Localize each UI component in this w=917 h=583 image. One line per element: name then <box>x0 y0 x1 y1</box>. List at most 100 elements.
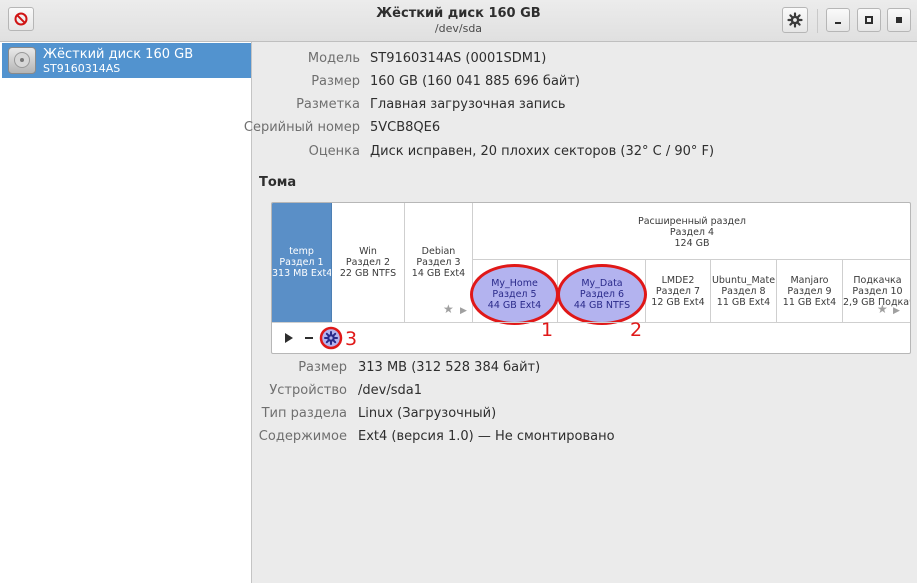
partition-info-value: Linux (Загрузочный) <box>358 406 497 421</box>
drive-info-label: Оценка <box>308 144 360 159</box>
partition-10[interactable]: Подкачка Раздел 10 2,9 GB Подкачка ★ ▶ <box>843 260 910 322</box>
header-bar: Жёсткий диск 160 GB /dev/sda <box>0 0 917 42</box>
gear-icon <box>787 12 803 28</box>
partition-8[interactable]: Ubuntu_Mate Раздел 8 11 GB Ext4 <box>711 260 777 322</box>
extended-partition[interactable]: Расширенный раздел Раздел 4 124 GB <box>472 203 910 260</box>
partition-info: 22 GB NTFS <box>339 268 397 279</box>
delete-partition-button[interactable] <box>302 330 316 346</box>
volumes-graph: temp Раздел 1 313 MB Ext4 Win Раздел 2 2… <box>271 202 911 354</box>
partition-number: Раздел 5 <box>492 289 537 300</box>
partition-info-label: Устройство <box>269 383 347 398</box>
partition-name: temp <box>289 246 314 257</box>
partition-name: My_Data <box>581 278 623 289</box>
sidebar-item-title: Жёсткий диск 160 GB <box>43 47 194 62</box>
partition-1[interactable]: temp Раздел 1 313 MB Ext4 <box>272 203 332 322</box>
partition-number: Раздел 9 <box>787 286 832 297</box>
drive-info-value: Главная загрузочная запись <box>370 97 566 112</box>
annotation-label-1: 1 <box>541 319 554 341</box>
window-title: Жёсткий диск 160 GB <box>376 6 541 21</box>
partition-info-type: Тип раздела Linux (Загрузочный) <box>253 404 917 424</box>
drive-info-partitioning: Разметка Главная загрузочная запись <box>253 95 917 115</box>
partition-info: 11 GB Ext4 <box>716 297 771 308</box>
sidebar-item-disk[interactable]: Жёсткий диск 160 GB ST9160314AS <box>2 43 251 78</box>
annotation-ellipse-partition-5[interactable]: My_Home Раздел 5 44 GB Ext4 <box>470 264 559 325</box>
close-button[interactable] <box>887 8 911 32</box>
partition-name: LMDE2 <box>661 275 695 286</box>
drive-info-model: Модель ST9160314AS (0001SDM1) <box>253 49 917 69</box>
extended-partition-number: Раздел 4 <box>669 227 715 238</box>
drive-info-label: Разметка <box>296 97 360 112</box>
maximize-button[interactable] <box>857 8 881 32</box>
partition-info-contents: Содержимое Ext4 (версия 1.0) — Не смонти… <box>253 427 917 447</box>
partition-info-value: Ext4 (версия 1.0) — Не смонтировано <box>358 429 615 444</box>
play-button[interactable] <box>282 330 296 346</box>
main-panel: Модель ST9160314AS (0001SDM1) Размер 160… <box>244 42 917 583</box>
partition-info: 14 GB Ext4 <box>411 268 466 279</box>
gear-icon <box>319 326 343 350</box>
extended-partition-name: Расширенный раздел <box>637 216 747 227</box>
star-icon: ★ <box>443 302 454 316</box>
close-icon <box>896 17 902 23</box>
partition-number: Раздел 1 <box>279 257 324 268</box>
arrow-right-icon: ▶ <box>460 306 467 316</box>
drive-info-value: Диск исправен, 20 плохих секторов (32° C… <box>370 144 715 159</box>
drive-info-value: 5VCB8QE6 <box>370 120 441 135</box>
drive-info-value: ST9160314AS (0001SDM1) <box>370 51 547 66</box>
annotation-label-3: 3 <box>345 328 358 350</box>
drive-info-label: Размер <box>311 74 360 89</box>
volumes-title: Тома <box>259 175 297 190</box>
sidebar: Жёсткий диск 160 GB ST9160314AS <box>0 42 252 583</box>
partition-info: 12 GB Ext4 <box>651 297 705 308</box>
partition-number: Раздел 3 <box>416 257 461 268</box>
annotation-label-2: 2 <box>630 319 643 341</box>
partition-number: Раздел 8 <box>721 286 766 297</box>
drive-info-serial: Серийный номер 5VCB8QE6 <box>244 118 917 138</box>
partition-info: 44 GB NTFS <box>573 300 631 311</box>
disk-drive-icon <box>8 47 36 74</box>
partition-number: Раздел 10 <box>852 286 903 297</box>
drive-info-label: Модель <box>307 51 360 66</box>
drive-info-assessment: Оценка Диск исправен, 20 плохих секторов… <box>253 142 917 162</box>
maximize-icon <box>865 16 873 24</box>
partition-name: Manjaro <box>790 275 829 286</box>
partition-settings-button[interactable] <box>319 326 343 350</box>
settings-button[interactable] <box>782 7 808 33</box>
partition-info-size: Размер 313 MB (312 528 384 байт) <box>253 358 917 378</box>
partition-info-value: 313 MB (312 528 384 байт) <box>358 360 541 375</box>
partition-info: 313 MB Ext4 <box>272 268 332 279</box>
partition-info-device: Устройство /dev/sda1 <box>253 381 917 401</box>
partition-info-label: Содержимое <box>258 429 347 444</box>
drive-info-label: Серийный номер <box>243 120 360 135</box>
annotation-ellipse-partition-6[interactable]: My_Data Раздел 6 44 GB NTFS <box>557 264 647 325</box>
partition-number: Раздел 6 <box>579 289 625 300</box>
drive-info-value: 160 GB (160 041 885 696 байт) <box>370 74 580 89</box>
partition-info: 11 GB Ext4 <box>782 297 837 308</box>
partition-name: Win <box>359 246 377 257</box>
header-separator <box>817 9 818 33</box>
partition-info-value: /dev/sda1 <box>358 383 422 398</box>
drive-info-size: Размер 160 GB (160 041 885 696 байт) <box>253 72 917 92</box>
partition-name: Подкачка <box>853 275 902 286</box>
play-icon <box>285 333 293 343</box>
minimize-button[interactable] <box>826 8 850 32</box>
star-icon: ★ <box>877 302 888 316</box>
extended-partition-size: 124 GB <box>674 238 710 249</box>
volumes-toolbar-divider <box>272 322 910 323</box>
partition-info-label: Размер <box>298 360 347 375</box>
arrow-right-icon: ▶ <box>893 306 900 316</box>
partition-3[interactable]: Debian Раздел 3 14 GB Ext4 ★ ▶ <box>405 203 473 322</box>
window-title-area: Жёсткий диск 160 GB /dev/sda <box>0 6 917 35</box>
partition-number: Раздел 7 <box>655 286 701 297</box>
minus-icon <box>305 337 313 339</box>
partition-7[interactable]: LMDE2 Раздел 7 12 GB Ext4 <box>646 260 711 322</box>
partition-name: Ubuntu_Mate <box>711 275 776 286</box>
partition-info-label: Тип раздела <box>261 406 347 421</box>
partition-9[interactable]: Manjaro Раздел 9 11 GB Ext4 <box>777 260 843 322</box>
partition-name: My_Home <box>491 278 538 289</box>
partition-info: 44 GB Ext4 <box>487 300 542 311</box>
partition-number: Раздел 2 <box>345 257 391 268</box>
partition-2[interactable]: Win Раздел 2 22 GB NTFS <box>332 203 405 322</box>
window-subtitle: /dev/sda <box>434 22 483 35</box>
sidebar-item-subtitle: ST9160314AS <box>43 62 121 75</box>
minimize-icon <box>835 22 841 24</box>
